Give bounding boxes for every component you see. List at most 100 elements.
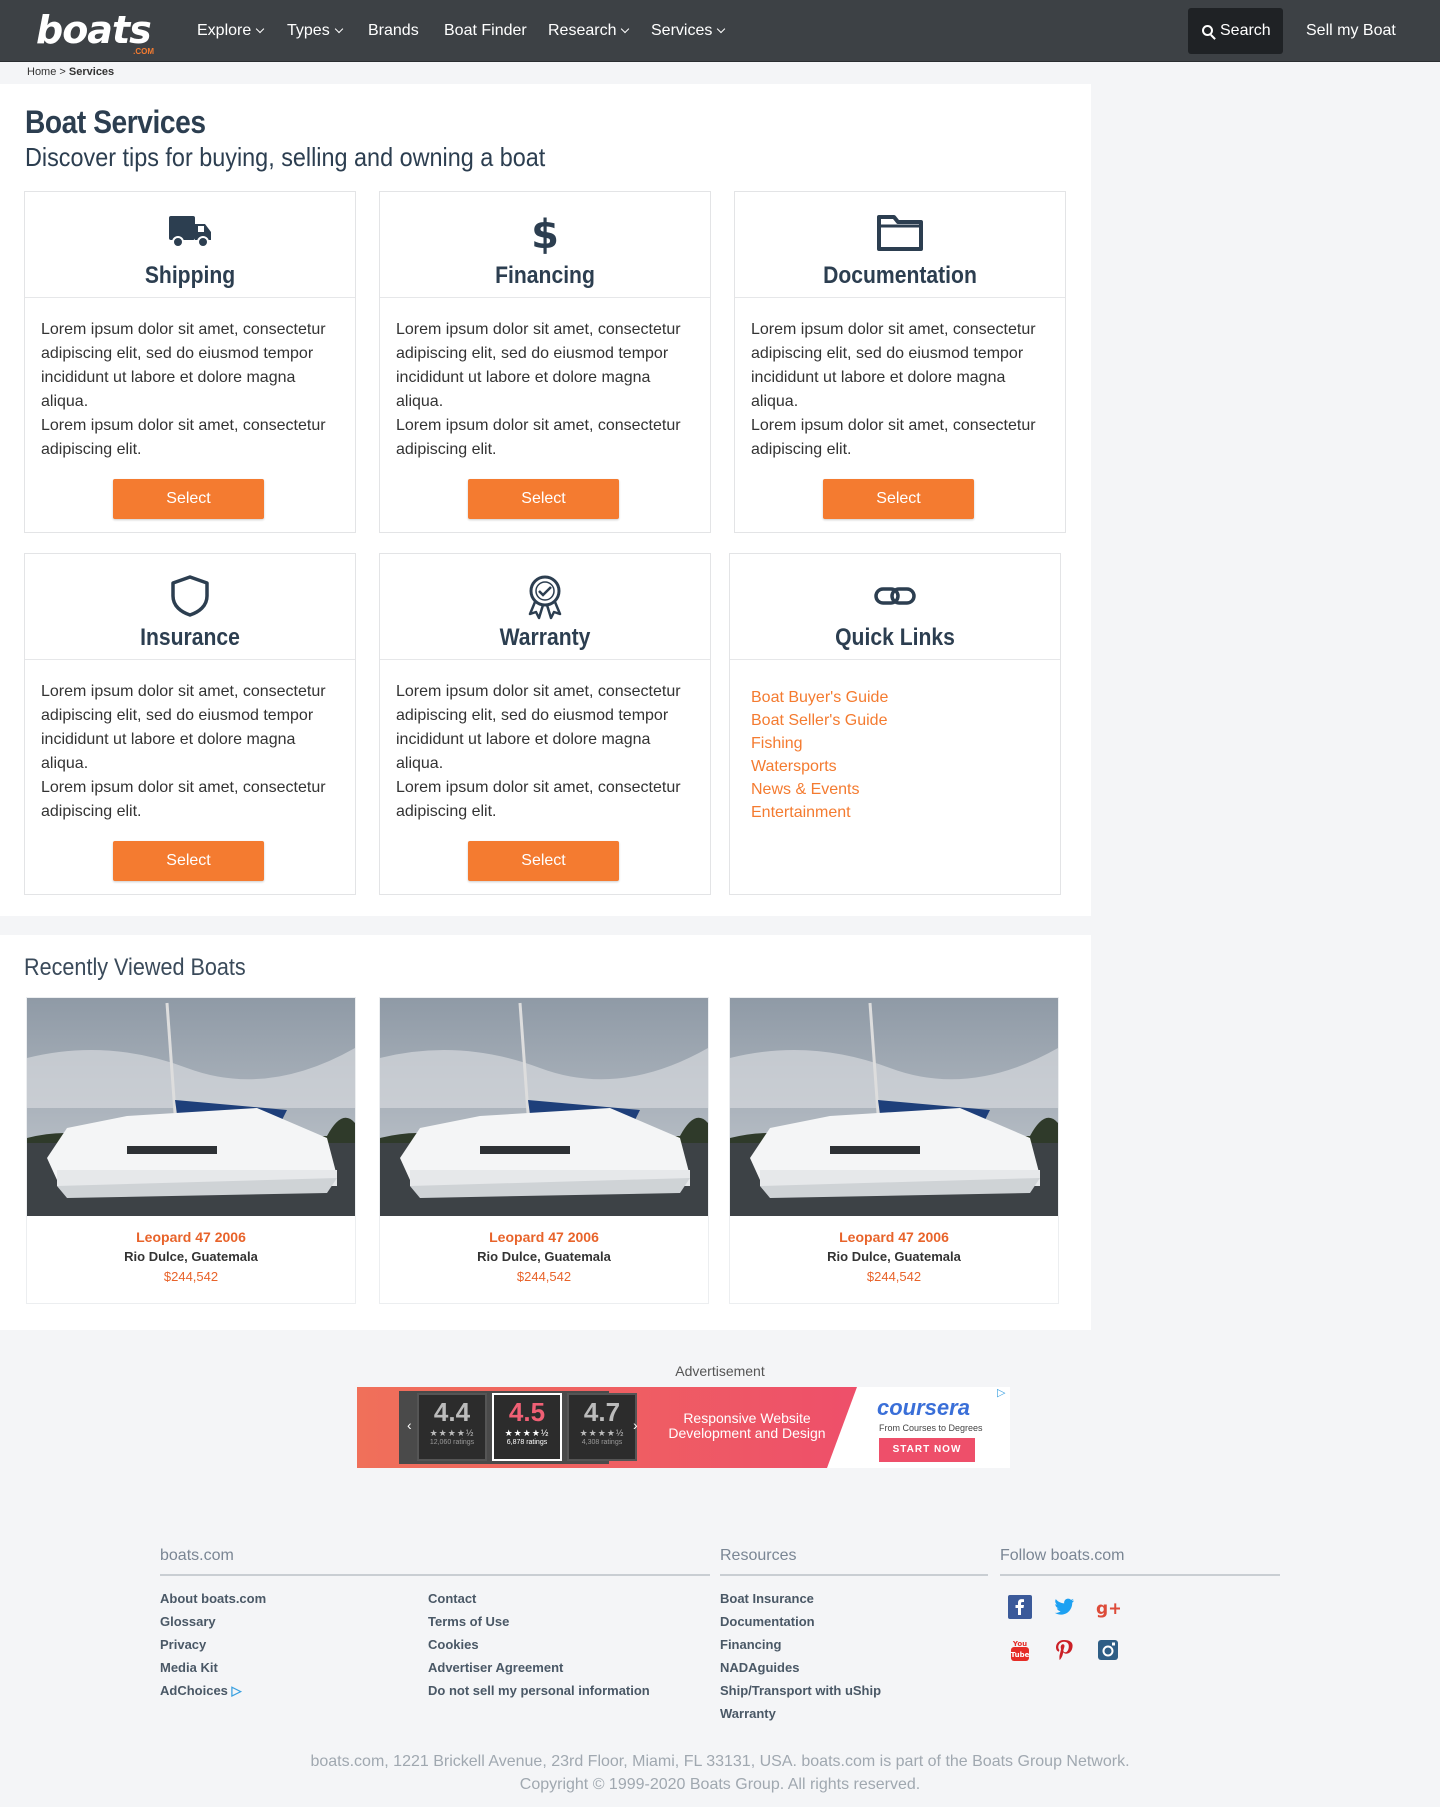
footer-divider [1000,1574,1280,1576]
chevron-down-icon [256,24,265,34]
footer-link[interactable]: Documentation [720,1610,881,1633]
quick-link[interactable]: Fishing [751,732,888,755]
boat-photo[interactable] [380,998,708,1216]
breadcrumb-separator: > [59,66,66,78]
card-header: Documentation [735,192,1065,298]
boat-price: $244,542 [866,1269,922,1284]
adchoices-label: AdChoices [160,1683,228,1698]
footer-link[interactable]: Media Kit [160,1656,266,1679]
card-text-2: Lorem ipsum dolor sit amet, consectetur … [41,417,326,458]
boat-photo[interactable] [730,998,1058,1216]
svg-text:Tube: Tube [1011,1651,1030,1659]
address-text: boats.com, 1221 Brickell Avenue, 23rd Fl… [310,1753,1130,1770]
quick-link[interactable]: Boat Buyer's Guide [751,686,888,709]
ad-rating: 4.4 ★★★★½ 12,060 ratings [417,1393,487,1461]
sell-my-boat-link[interactable]: Sell my Boat [1306,0,1396,62]
boat-card[interactable]: Leopard 47 2006 Rio Dulce, Guatemala $24… [729,997,1059,1304]
card-description: Lorem ipsum dolor sit amet, consectetur … [396,680,696,824]
select-financing-button[interactable]: Select [468,479,619,519]
select-insurance-button[interactable]: Select [113,841,264,881]
card-title: Quick Links [835,624,955,651]
footer-link[interactable]: Contact [428,1587,650,1610]
boat-name[interactable]: Leopard 47 2006 [27,1229,355,1245]
card-description: Lorem ipsum dolor sit amet, consectetur … [41,680,341,824]
award-ribbon-icon [528,575,562,620]
nav-services[interactable]: Services [651,0,726,62]
nav-boat-finder[interactable]: Boat Finder [444,0,527,62]
card-text: Lorem ipsum dolor sit amet, consectetur … [41,321,326,410]
quick-link[interactable]: Boat Seller's Guide [751,709,888,732]
footer-link[interactable]: Do not sell my personal information [428,1679,650,1702]
rating-stars: ★★★★½ [504,1428,550,1438]
quick-link[interactable]: Entertainment [751,801,888,824]
search-icon [1202,25,1213,36]
boat-name[interactable]: Leopard 47 2006 [380,1229,708,1245]
chevron-down-icon [717,24,726,34]
nav-boat-finder-label: Boat Finder [444,22,527,39]
card-title: Warranty [499,624,591,651]
nav-research[interactable]: Research [548,0,630,62]
page-subtitle: Discover tips for buying, selling and ow… [25,142,546,172]
footer-link[interactable]: NADAguides [720,1656,881,1679]
boat-location: Rio Dulce, Guatemala [827,1249,961,1264]
adchoices-icon: ▷ [231,1683,242,1698]
nav-types[interactable]: Types [287,0,343,62]
pinterest-icon[interactable] [1052,1638,1076,1662]
google-plus-icon[interactable]: g+ [1096,1595,1120,1619]
ad-start-now-button[interactable]: START NOW [879,1438,975,1462]
boat-card[interactable]: Leopard 47 2006 Rio Dulce, Guatemala $24… [379,997,709,1304]
copyright-text: Copyright © 1999-2020 Boats Group. All r… [519,1776,921,1793]
card-text: Lorem ipsum dolor sit amet, consectetur … [396,683,681,772]
twitter-icon[interactable] [1052,1595,1076,1619]
footer-link[interactable]: Terms of Use [428,1610,650,1633]
boat-name[interactable]: Leopard 47 2006 [730,1229,1058,1245]
rating-stars: ★★★★½ [579,1428,625,1438]
instagram-icon[interactable] [1096,1638,1120,1662]
card-text-2: Lorem ipsum dolor sit amet, consectetur … [396,417,681,458]
ad-prev-icon: ‹ [407,1417,412,1433]
search-button[interactable]: Search [1188,8,1283,54]
select-warranty-button[interactable]: Select [468,841,619,881]
footer-link[interactable]: Cookies [428,1633,650,1656]
breadcrumb-home[interactable]: Home [27,66,56,78]
ad-rating: 4.7 ★★★★½ 4,308 ratings [567,1393,637,1461]
ad-rating: 4.5 ★★★★½ 6,878 ratings [492,1393,562,1461]
card-text-2: Lorem ipsum dolor sit amet, consectetur … [751,417,1036,458]
ad-headline: Responsive Website Development and Desig… [668,1410,826,1441]
quick-link[interactable]: Watersports [751,755,888,778]
footer-link[interactable]: Boat Insurance [720,1587,881,1610]
truck-icon [169,216,211,248]
footer-link[interactable]: About boats.com [160,1587,266,1610]
adchoices-icon[interactable]: ▷ [997,1386,1005,1399]
nav-explore[interactable]: Explore [197,0,265,62]
footer-link[interactable]: Privacy [160,1633,266,1656]
card-header: Shipping [25,192,355,298]
select-documentation-button[interactable]: Select [823,479,974,519]
dollar-icon: $ [531,212,559,254]
nav-brands[interactable]: Brands [368,0,419,62]
facebook-icon[interactable] [1008,1595,1032,1619]
select-shipping-button[interactable]: Select [113,479,264,519]
footer-address: boats.com, 1221 Brickell Avenue, 23rd Fl… [0,1750,1440,1796]
youtube-icon[interactable]: You Tube [1008,1638,1032,1662]
footer-link[interactable]: Advertiser Agreement [428,1656,650,1679]
quick-link[interactable]: News & Events [751,778,888,801]
chevron-down-icon [334,24,343,34]
footer-link[interactable]: Financing [720,1633,881,1656]
boats-logo[interactable]: boats .COM [36,8,162,56]
advertisement-banner[interactable]: ‹ 4.4 ★★★★½ 12,060 ratings 4.5 ★★★★½ 6,8… [357,1387,1010,1468]
svg-text:g+: g+ [1096,1599,1120,1619]
footer-link[interactable]: Glossary [160,1610,266,1633]
footer-link[interactable]: Warranty [720,1702,881,1725]
footer-link-adchoices[interactable]: AdChoices ▷ [160,1679,266,1702]
nav-explore-label: Explore [197,22,252,39]
card-text: Lorem ipsum dolor sit amet, consectetur … [41,683,326,772]
boat-photo[interactable] [27,998,355,1216]
footer-link[interactable]: Ship/Transport with uShip [720,1679,881,1702]
shield-icon [171,575,209,617]
card-title: Documentation [823,262,977,289]
service-card-documentation: Documentation Lorem ipsum dolor sit amet… [734,191,1066,533]
logo-wordmark: boats [36,8,152,52]
boat-card[interactable]: Leopard 47 2006 Rio Dulce, Guatemala $24… [26,997,356,1304]
footer-links-col3: Boat Insurance Documentation Financing N… [720,1587,881,1725]
